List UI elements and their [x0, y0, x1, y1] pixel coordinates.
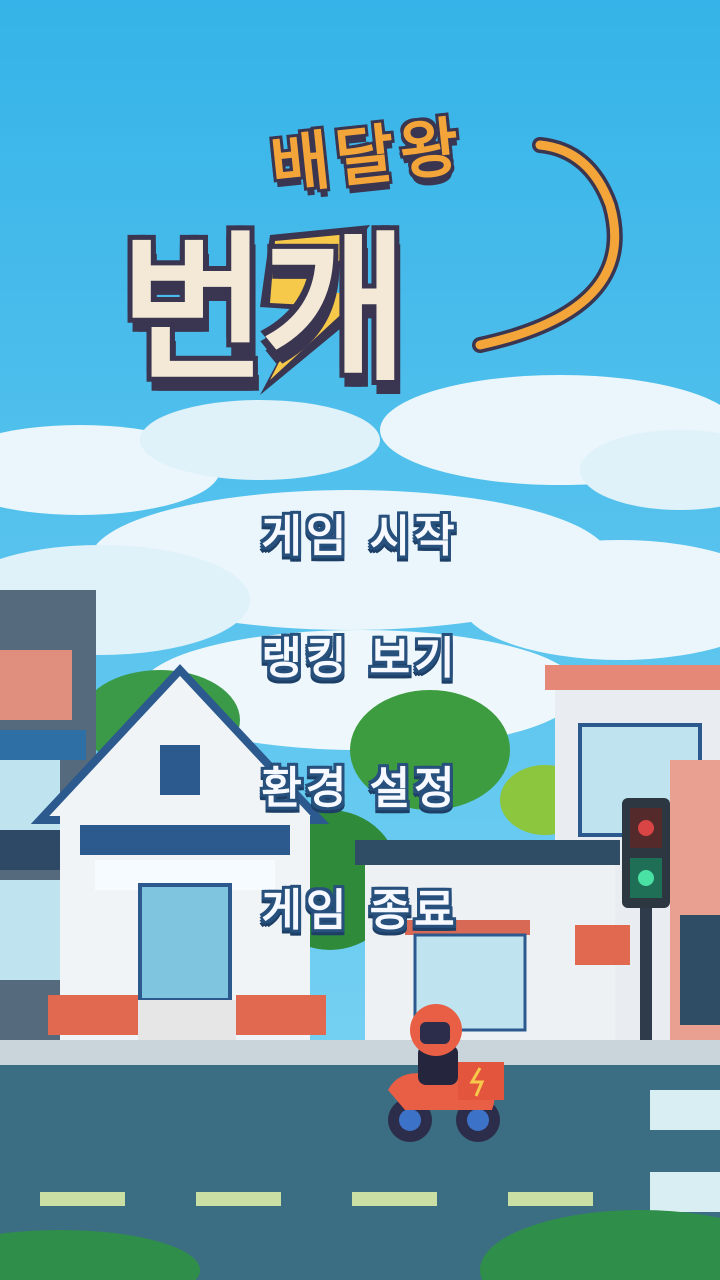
main-menu: 게임 시작 랭킹 보기 환경 설정 게임 종료	[0, 0, 720, 1280]
quit-game-button[interactable]: 게임 종료	[0, 874, 720, 938]
settings-button[interactable]: 환경 설정	[0, 752, 720, 816]
start-game-button[interactable]: 게임 시작	[0, 500, 720, 564]
ranking-button[interactable]: 랭킹 보기	[0, 622, 720, 686]
